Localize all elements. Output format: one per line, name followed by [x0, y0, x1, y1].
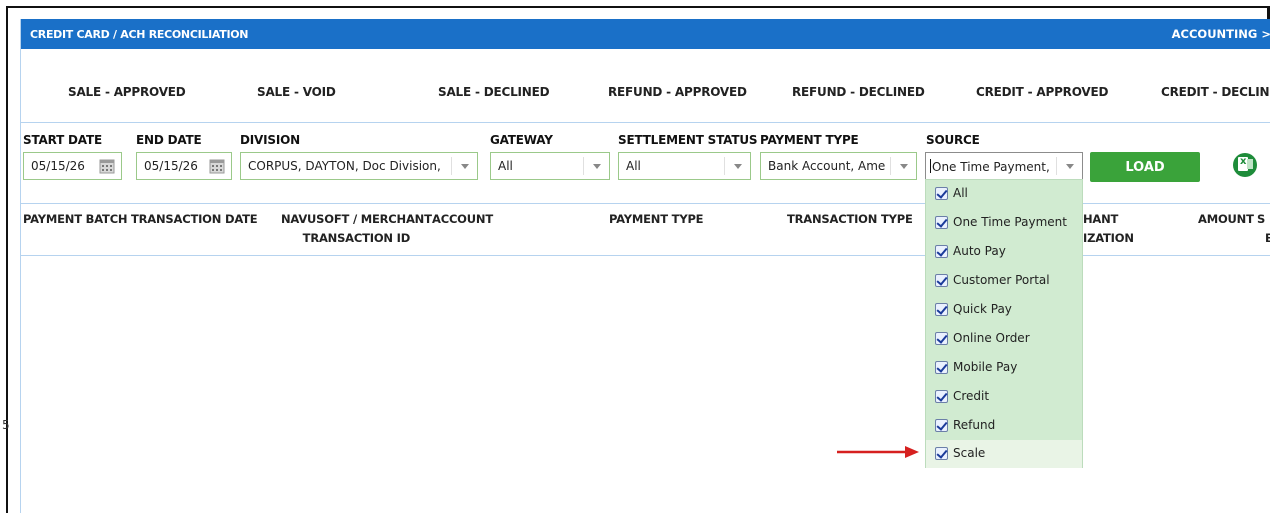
excel-export-icon[interactable] — [1233, 153, 1257, 177]
checkbox-checked-icon[interactable] — [935, 419, 948, 432]
text-caret — [930, 159, 931, 173]
checkbox-checked-icon[interactable] — [935, 447, 948, 460]
source-option-refund[interactable]: Refund — [926, 412, 1082, 441]
col-account[interactable]: ACCOUNT — [432, 210, 493, 229]
col-transaction-date[interactable]: TRANSACTION DATE — [131, 210, 258, 229]
page-title: CREDIT CARD / ACH RECONCILIATION — [30, 28, 249, 41]
status-tab-row: SALE - APPROVED SALE - VOID SALE - DECLI… — [21, 49, 1270, 121]
title-bar: CREDIT CARD / ACH RECONCILIATION ACCOUNT… — [21, 19, 1270, 49]
source-option-one-time-payment[interactable]: One Time Payment — [926, 209, 1082, 238]
division-value: CORPUS, DAYTON, Doc Division, — [248, 159, 441, 173]
settlement-status-select[interactable]: All — [618, 152, 751, 180]
source-option-label: Quick Pay — [953, 302, 1012, 316]
checkbox-checked-icon[interactable] — [935, 245, 948, 258]
checkbox-checked-icon[interactable] — [935, 361, 948, 374]
source-option-label: Mobile Pay — [953, 360, 1018, 374]
source-option-label: All — [953, 186, 968, 200]
end-date-label: END DATE — [136, 133, 202, 147]
tab-sale-declined[interactable]: SALE - DECLINED — [438, 85, 550, 99]
cropped-glyph: 5 — [2, 418, 10, 432]
source-option-credit[interactable]: Credit — [926, 383, 1082, 412]
checkbox-checked-icon[interactable] — [935, 216, 948, 229]
chevron-down-icon[interactable] — [724, 157, 750, 175]
checkbox-checked-icon[interactable] — [935, 332, 948, 345]
col-extra-line1: S — [1257, 212, 1266, 226]
col-payment-batch[interactable]: PAYMENT BATCH — [23, 210, 128, 229]
source-option-all[interactable]: All — [926, 180, 1082, 209]
tab-credit-declined[interactable]: CREDIT - DECLINED — [1161, 85, 1270, 99]
source-option-label: Scale — [953, 446, 986, 460]
source-option-customer-portal[interactable]: Customer Portal — [926, 267, 1082, 296]
start-date-value: 05/15/26 — [31, 159, 85, 173]
division-label: DIVISION — [240, 133, 300, 147]
payment-type-value: Bank Account, Ame — [768, 159, 886, 173]
col-amount[interactable]: AMOUNT — [1198, 210, 1254, 229]
load-button[interactable]: LOAD — [1090, 152, 1200, 182]
reconciliation-app: CREDIT CARD / ACH RECONCILIATION ACCOUNT… — [20, 19, 1270, 513]
chevron-down-icon[interactable] — [583, 157, 609, 175]
source-option-label: Customer Portal — [953, 273, 1050, 287]
settlement-status-value: All — [626, 159, 641, 173]
source-option-label: Credit — [953, 389, 990, 403]
source-select[interactable]: One Time Payment, — [925, 152, 1083, 180]
chevron-down-icon[interactable] — [890, 157, 916, 175]
source-option-scale[interactable]: Scale — [926, 440, 1082, 468]
col-settlement-batch[interactable]: S B — [1257, 210, 1270, 248]
end-date-value: 05/15/26 — [144, 159, 198, 173]
checkbox-checked-icon[interactable] — [935, 187, 948, 200]
end-date-field[interactable]: 05/15/26 — [136, 152, 232, 180]
calendar-icon[interactable] — [99, 158, 115, 174]
start-date-field[interactable]: 05/15/26 — [23, 152, 122, 180]
chevron-down-icon[interactable] — [1056, 157, 1082, 175]
source-option-quick-pay[interactable]: Quick Pay — [926, 296, 1082, 325]
source-value: One Time Payment, — [930, 159, 1058, 174]
tab-refund-declined[interactable]: REFUND - DECLINED — [792, 85, 925, 99]
tab-sale-void[interactable]: SALE - VOID — [257, 85, 336, 99]
source-value-text: One Time Payment, — [932, 160, 1050, 174]
source-option-label: Refund — [953, 418, 996, 432]
breadcrumb[interactable]: ACCOUNTING > — [1172, 27, 1270, 41]
col-payment-type[interactable]: PAYMENT TYPE — [609, 210, 704, 229]
col-merchant-line1: HANT — [1083, 212, 1119, 226]
tab-refund-approved[interactable]: REFUND - APPROVED — [608, 85, 747, 99]
source-option-auto-pay[interactable]: Auto Pay — [926, 238, 1082, 267]
gateway-label: GATEWAY — [490, 133, 553, 147]
checkbox-checked-icon[interactable] — [935, 303, 948, 316]
col-extra-line2: B — [1257, 229, 1270, 248]
col-merchant-authorization[interactable]: HANT IZATION — [1083, 210, 1134, 248]
payment-type-select[interactable]: Bank Account, Ame — [760, 152, 917, 180]
col-merchant-line2: IZATION — [1083, 231, 1134, 245]
chevron-down-icon[interactable] — [451, 157, 477, 175]
source-option-label: One Time Payment — [953, 215, 1067, 229]
checkbox-checked-icon[interactable] — [935, 390, 948, 403]
checkbox-checked-icon[interactable] — [935, 274, 948, 287]
payment-type-label: PAYMENT TYPE — [760, 133, 859, 147]
col-navusoft-line2: TRANSACTION ID — [302, 231, 411, 245]
source-option-mobile-pay[interactable]: Mobile Pay — [926, 354, 1082, 383]
source-label: SOURCE — [926, 133, 980, 147]
source-dropdown-list: All One Time Payment Auto Pay Customer P… — [925, 179, 1083, 468]
tab-sale-approved[interactable]: SALE - APPROVED — [68, 85, 186, 99]
source-option-online-order[interactable]: Online Order — [926, 325, 1082, 354]
calendar-icon[interactable] — [209, 158, 225, 174]
gateway-value: All — [498, 159, 513, 173]
division-select[interactable]: CORPUS, DAYTON, Doc Division, — [240, 152, 478, 180]
col-navusoft-merchant-id[interactable]: NAVUSOFT / MERCHANT TRANSACTION ID — [281, 210, 432, 248]
source-option-label: Auto Pay — [953, 244, 1006, 258]
col-navusoft-line1: NAVUSOFT / MERCHANT — [281, 212, 432, 226]
tab-credit-approved[interactable]: CREDIT - APPROVED — [976, 85, 1108, 99]
start-date-label: START DATE — [23, 133, 102, 147]
gateway-select[interactable]: All — [490, 152, 610, 180]
source-option-label: Online Order — [953, 331, 1030, 345]
col-transaction-type[interactable]: TRANSACTION TYPE — [787, 210, 913, 229]
annotation-arrow-icon — [837, 446, 919, 458]
settlement-status-label: SETTLEMENT STATUS — [618, 133, 758, 147]
